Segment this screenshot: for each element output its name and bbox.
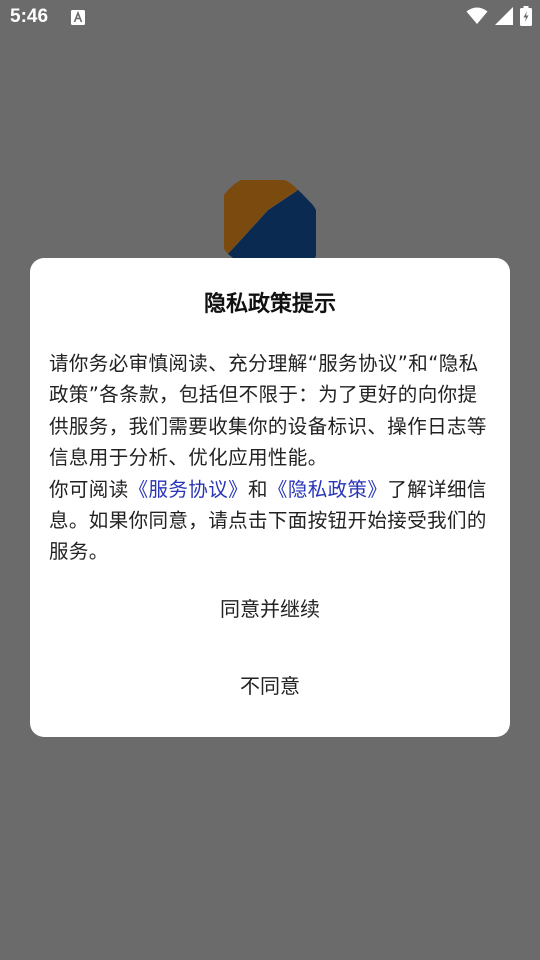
paragraph-2-and: 和: [248, 477, 268, 501]
dialog-paragraph-2: 你可阅读《服务协议》和《隐私政策》了解详细信息。如果你同意，请点击下面按钮开始接…: [49, 474, 495, 568]
cell-signal-icon: [494, 7, 514, 29]
privacy-dialog: 隐私政策提示 请你务必审慎阅读、充分理解“服务协议”和“隐私政策”各条款，包括但…: [30, 258, 510, 737]
battery-charging-icon: [520, 6, 532, 30]
wifi-icon: [466, 7, 488, 29]
font-a-icon: [71, 10, 85, 25]
status-time: 5:46: [10, 6, 49, 27]
service-agreement-link[interactable]: 《服务协议》: [129, 478, 248, 501]
agree-and-continue-button[interactable]: 同意并继续: [30, 581, 510, 637]
dialog-body: 请你务必审慎阅读、充分理解“服务协议”和“隐私政策”各条款，包括但不限于：为了更…: [49, 348, 495, 568]
privacy-policy-link[interactable]: 《隐私政策》: [268, 478, 387, 501]
disagree-button[interactable]: 不同意: [30, 658, 510, 714]
status-icons: [466, 6, 532, 30]
screen: 5:46 隐私政策提示 请你务必审慎阅读、充分理解“服务协议”和“隐私政策”各条…: [0, 0, 540, 960]
dialog-paragraph-1: 请你务必审慎阅读、充分理解“服务协议”和“隐私政策”各条款，包括但不限于：为了更…: [49, 352, 487, 470]
paragraph-2-prefix: 你可阅读: [49, 477, 129, 501]
dialog-title: 隐私政策提示: [203, 292, 336, 317]
status-bar: 5:46: [0, 0, 540, 36]
